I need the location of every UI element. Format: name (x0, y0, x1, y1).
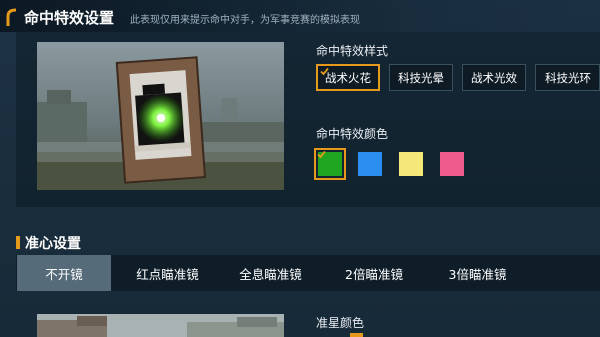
crosshair-section-title: 准心设置 (25, 236, 81, 252)
tab-label: 3倍瞄准镜 (448, 266, 507, 282)
tab-red-dot[interactable]: 红点瞄准镜 (120, 255, 215, 291)
tab-label: 红点瞄准镜 (136, 266, 199, 282)
color-swatch (440, 152, 464, 176)
style-option-label: 科技光晕 (398, 70, 444, 85)
color-option-green[interactable] (314, 148, 346, 180)
color-option-blue[interactable] (354, 148, 386, 180)
color-swatch (358, 152, 382, 176)
tab-3x-scope[interactable]: 3倍瞄准镜 (430, 255, 525, 291)
tab-label: 2倍瞄准镜 (345, 266, 403, 282)
page-subtitle: 此表现仅用来提示命中对手，为军事竞赛的模拟表现 (130, 15, 360, 26)
style-option-label: 科技光环 (545, 70, 591, 85)
color-option-pink[interactable] (436, 148, 468, 180)
tab-label: 全息瞄准镜 (239, 266, 302, 282)
color-option-partial[interactable] (350, 333, 363, 337)
tab-holographic[interactable]: 全息瞄准镜 (223, 255, 318, 291)
style-option-tech-halo[interactable]: 科技光晕 (389, 64, 453, 91)
hit-effect-style-label: 命中特效样式 (316, 44, 389, 58)
title-accent-icon (6, 8, 17, 26)
style-option-tactical-spark[interactable]: 战术火花 (316, 64, 380, 91)
section-accent-bar (16, 236, 20, 249)
tab-2x-scope[interactable]: 2倍瞄准镜 (327, 255, 421, 291)
crosshair-color-label: 准星颜色 (316, 316, 365, 330)
checkmark-icon (320, 67, 329, 76)
style-option-tech-ring[interactable]: 科技光环 (535, 64, 600, 91)
hit-effect-color-label: 命中特效颜色 (316, 127, 389, 141)
checkmark-icon (317, 150, 326, 159)
style-option-tactical-glow[interactable]: 战术光效 (462, 64, 526, 91)
color-swatch (399, 152, 423, 176)
crosshair-preview-image (37, 314, 284, 337)
color-option-yellow[interactable] (395, 148, 427, 180)
hit-effect-preview-image (37, 42, 284, 190)
page-title: 命中特效设置 (24, 9, 115, 27)
style-option-label: 战术光效 (471, 70, 517, 85)
tab-no-scope[interactable]: 不开镜 (17, 255, 111, 291)
tab-label: 不开镜 (45, 266, 83, 282)
style-option-label: 战术火花 (325, 70, 371, 85)
